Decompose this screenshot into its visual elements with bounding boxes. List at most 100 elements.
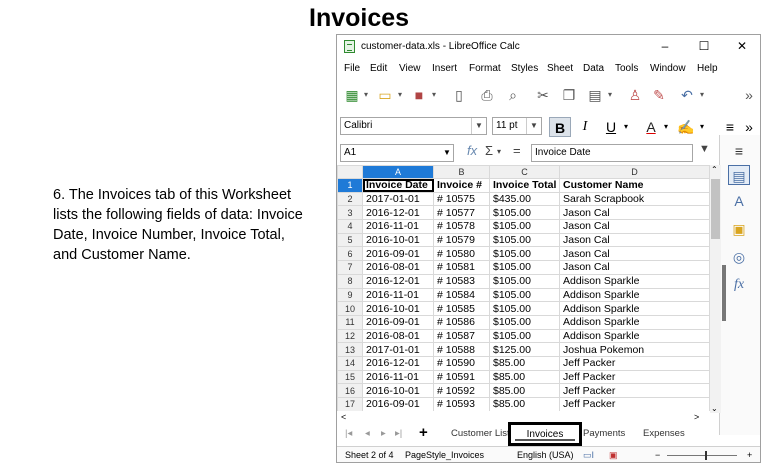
cell-c1[interactable]: Invoice Total — [489, 178, 560, 193]
cell-a8[interactable]: 2016-12-01 — [362, 273, 434, 289]
open-folder-icon[interactable]: ▭ — [375, 85, 395, 105]
clone-formatting-icon[interactable]: ♙ — [625, 85, 645, 105]
format-overflow-icon[interactable]: » — [741, 117, 757, 137]
cell-c11[interactable]: $105.00 — [489, 314, 560, 330]
last-sheet-icon[interactable]: ▸| — [395, 428, 402, 439]
cell-d1[interactable]: Customer Name — [559, 178, 710, 193]
cell-c17[interactable]: $85.00 — [489, 397, 560, 411]
cell-b1[interactable]: Invoice # — [433, 178, 490, 193]
menu-data[interactable]: Data — [583, 63, 604, 74]
menu-window[interactable]: Window — [650, 63, 686, 74]
cell-c15[interactable]: $85.00 — [489, 369, 560, 385]
cell-a3[interactable]: 2016-12-01 — [362, 205, 434, 221]
highlight-dropdown-icon[interactable]: ▾ — [697, 117, 707, 137]
menu-insert[interactable]: Insert — [432, 63, 457, 74]
selection-mode-icon[interactable]: ▭I — [583, 450, 594, 461]
menu-format[interactable]: Format — [469, 63, 501, 74]
cell-b9[interactable]: # 10584 — [433, 287, 490, 303]
underline-dropdown-icon[interactable]: ▾ — [621, 117, 631, 137]
row-header[interactable]: 14 — [337, 355, 363, 371]
cell-b12[interactable]: # 10587 — [433, 328, 490, 344]
cell-d17[interactable]: Jeff Packer — [559, 397, 710, 411]
scroll-up-icon[interactable]: ⌃ — [711, 165, 718, 174]
scroll-down-icon[interactable]: ⌄ — [711, 404, 718, 413]
cell-c10[interactable]: $105.00 — [489, 301, 560, 316]
cell-c8[interactable]: $105.00 — [489, 273, 560, 289]
cell-d7[interactable]: Jason Cal — [559, 260, 710, 275]
menu-view[interactable]: View — [399, 63, 421, 74]
sidebar-menu-icon[interactable]: ≡ — [728, 141, 750, 161]
next-sheet-icon[interactable]: ▸ — [381, 428, 386, 439]
open-dropdown-icon[interactable]: ▾ — [395, 85, 405, 105]
row-header[interactable]: 12 — [337, 328, 363, 344]
formula-input[interactable]: Invoice Date — [531, 144, 693, 162]
scroll-right-icon[interactable]: > — [694, 412, 699, 422]
paste-icon[interactable]: ▤ — [585, 85, 605, 105]
cell-c7[interactable]: $105.00 — [489, 260, 560, 275]
chevron-down-icon[interactable]: ▼ — [471, 118, 486, 134]
menu-help[interactable]: Help — [697, 63, 718, 74]
cell-d6[interactable]: Jason Cal — [559, 246, 710, 262]
font-color-icon[interactable]: A — [641, 117, 661, 137]
row-header[interactable]: 6 — [337, 246, 363, 262]
tab-expenses[interactable]: Expenses — [643, 428, 685, 439]
sidebar-collapse-handle[interactable] — [722, 265, 726, 321]
properties-icon[interactable]: ▤ — [728, 165, 750, 185]
row-header[interactable]: 7 — [337, 260, 363, 275]
row-header[interactable]: 8 — [337, 273, 363, 289]
cell-b17[interactable]: # 10593 — [433, 397, 490, 411]
function-wizard-icon[interactable]: fx — [467, 143, 477, 158]
zoom-slider-handle[interactable] — [705, 451, 707, 460]
undo-icon[interactable]: ↶ — [677, 85, 697, 105]
column-header-a[interactable]: A — [362, 165, 434, 179]
sum-icon[interactable]: Σ — [485, 143, 493, 158]
cell-d11[interactable]: Addison Sparkle — [559, 314, 710, 330]
cell-b2[interactable]: # 10575 — [433, 191, 490, 207]
scroll-left-icon[interactable]: < — [341, 412, 346, 422]
cell-b7[interactable]: # 10581 — [433, 260, 490, 275]
underline-button[interactable]: U — [601, 117, 621, 137]
row-header[interactable]: 4 — [337, 219, 363, 234]
tab-invoices[interactable]: Invoices — [508, 422, 582, 446]
add-sheet-icon[interactable]: + — [419, 424, 428, 441]
cell-a13[interactable]: 2017-01-01 — [362, 342, 434, 357]
cell-c6[interactable]: $105.00 — [489, 246, 560, 262]
sum-dropdown-icon[interactable]: ▾ — [497, 147, 501, 156]
cell-d14[interactable]: Jeff Packer — [559, 355, 710, 371]
row-header[interactable]: 9 — [337, 287, 363, 303]
cell-b11[interactable]: # 10586 — [433, 314, 490, 330]
cell-c14[interactable]: $85.00 — [489, 355, 560, 371]
zoom-out-icon[interactable]: − — [655, 450, 660, 460]
print-preview-icon[interactable]: ⌕ — [503, 85, 523, 105]
language-status[interactable]: English (USA) — [517, 450, 574, 460]
clear-formatting-icon[interactable]: ✎ — [649, 85, 669, 105]
italic-button[interactable]: I — [575, 117, 595, 137]
row-header[interactable]: 2 — [337, 191, 363, 207]
cell-b6[interactable]: # 10580 — [433, 246, 490, 262]
cell-d4[interactable]: Jason Cal — [559, 219, 710, 234]
maximize-button[interactable]: ☐ — [694, 38, 714, 54]
cell-a10[interactable]: 2016-10-01 — [362, 301, 434, 316]
align-left-icon[interactable]: ≡ — [721, 117, 739, 137]
save-icon[interactable]: ■ — [409, 85, 429, 105]
new-dropdown-icon[interactable]: ▾ — [361, 85, 371, 105]
cell-d5[interactable]: Jason Cal — [559, 232, 710, 248]
save-dropdown-icon[interactable]: ▾ — [429, 85, 439, 105]
chevron-down-icon[interactable]: ▼ — [526, 118, 541, 134]
new-spreadsheet-icon[interactable]: ▦ — [343, 85, 361, 105]
cell-d12[interactable]: Addison Sparkle — [559, 328, 710, 344]
row-header[interactable]: 1 — [337, 178, 363, 193]
cell-a6[interactable]: 2016-09-01 — [362, 246, 434, 262]
cell-b15[interactable]: # 10591 — [433, 369, 490, 385]
bold-button[interactable]: B — [549, 117, 571, 137]
toolbar-overflow-icon[interactable]: » — [741, 85, 757, 105]
cell-c13[interactable]: $125.00 — [489, 342, 560, 357]
cell-a1[interactable]: Invoice Date — [362, 178, 434, 193]
cell-c2[interactable]: $435.00 — [489, 191, 560, 207]
zoom-in-icon[interactable]: + — [747, 450, 752, 460]
cell-b14[interactable]: # 10590 — [433, 355, 490, 371]
vertical-scrollbar[interactable]: ⌃ ⌄ — [710, 165, 721, 413]
zoom-slider-track[interactable] — [667, 455, 737, 456]
scrollbar-thumb[interactable] — [711, 179, 720, 239]
row-header[interactable]: 5 — [337, 232, 363, 248]
